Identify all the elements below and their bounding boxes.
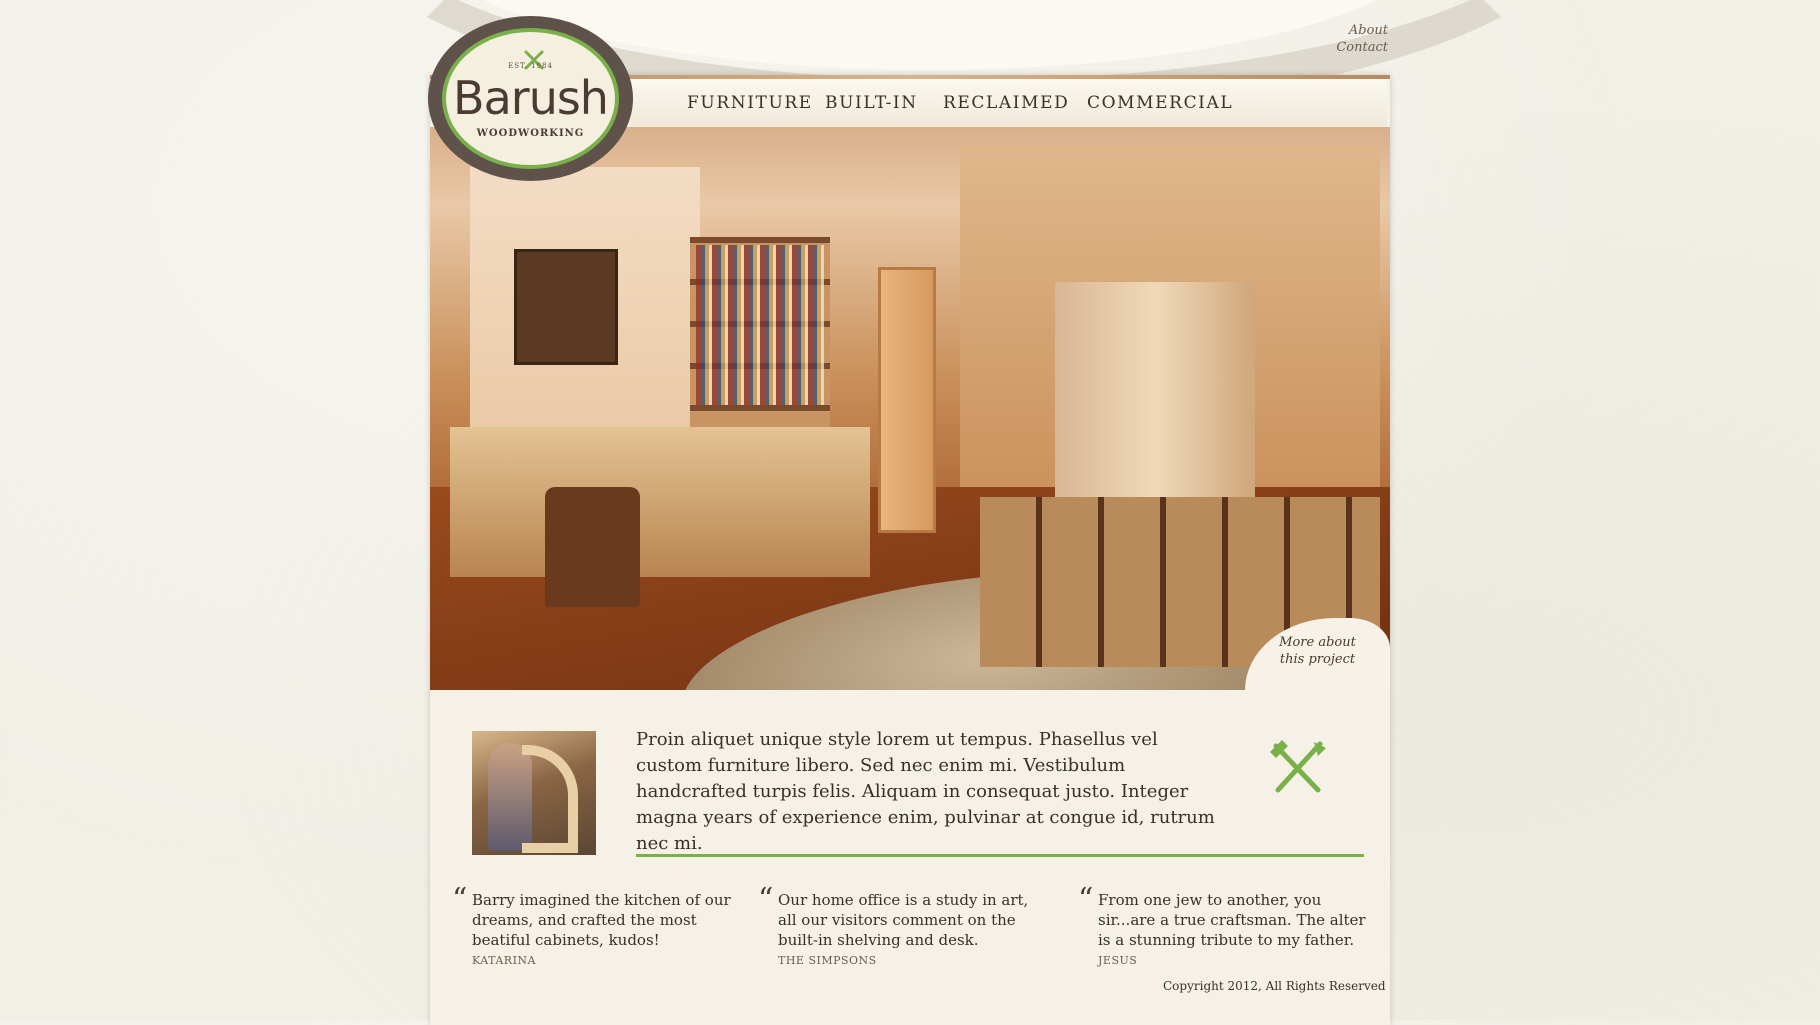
craftsman-photo [472,731,596,855]
more-about-label: More about this project [1279,635,1356,667]
testimonial-author: KATARINA [472,954,536,967]
green-divider [636,854,1364,857]
quote-mark: “ [452,882,468,917]
more-about-project-button[interactable]: More about this project [1245,618,1390,690]
intro-text: Proin aliquet unique style lorem ut temp… [636,729,1215,854]
main-page: FURNITURE BUILT-IN RECLAIMED COMMERCIAL … [430,75,1390,1025]
testimonial-author: JESUS [1098,954,1138,967]
testimonial-text: Barry imagined the kitchen of our dreams… [472,891,731,949]
hero-image: More about this project [430,127,1390,690]
contact-link[interactable]: Contact [1336,39,1388,56]
logo-badge: EST. 1984 Barush WOODWORKING [442,28,619,169]
quote-mark: “ [1078,882,1094,917]
logo-name: Barush [453,71,609,125]
nav-reclaimed[interactable]: RECLAIMED [943,93,1069,113]
testimonial-text: From one jew to another, you sir...are a… [1098,891,1366,949]
tools-icon [1270,740,1326,793]
nav-furniture[interactable]: FURNITURE [687,93,813,113]
chair [545,487,640,607]
testimonial-1: “ Barry imagined the kitchen of our drea… [452,882,742,967]
main-nav: FURNITURE BUILT-IN RECLAIMED COMMERCIAL [630,79,1387,130]
about-link[interactable]: About [1336,22,1388,39]
testimonial-2: “ Our home office is a study in art, all… [758,882,1048,967]
top-links: About Contact [1336,22,1388,56]
logo-est: EST. 1984 [508,62,553,70]
testimonial-author: THE SIMPSONS [778,954,877,967]
logo[interactable]: EST. 1984 Barush WOODWORKING [428,16,633,181]
nav-built-in[interactable]: BUILT-IN [825,93,918,113]
testimonial-3: “ From one jew to another, you sir...are… [1078,882,1368,967]
logo-subtitle: WOODWORKING [476,128,585,139]
nav-commercial[interactable]: COMMERCIAL [1087,93,1233,113]
door [878,267,936,533]
wall-art [514,249,618,365]
testimonial-text: Our home office is a study in art, all o… [778,891,1029,949]
desk-cabinet [450,427,870,577]
copyright: Copyright 2012, All Rights Reserved [1163,979,1386,993]
quote-mark: “ [758,882,774,917]
